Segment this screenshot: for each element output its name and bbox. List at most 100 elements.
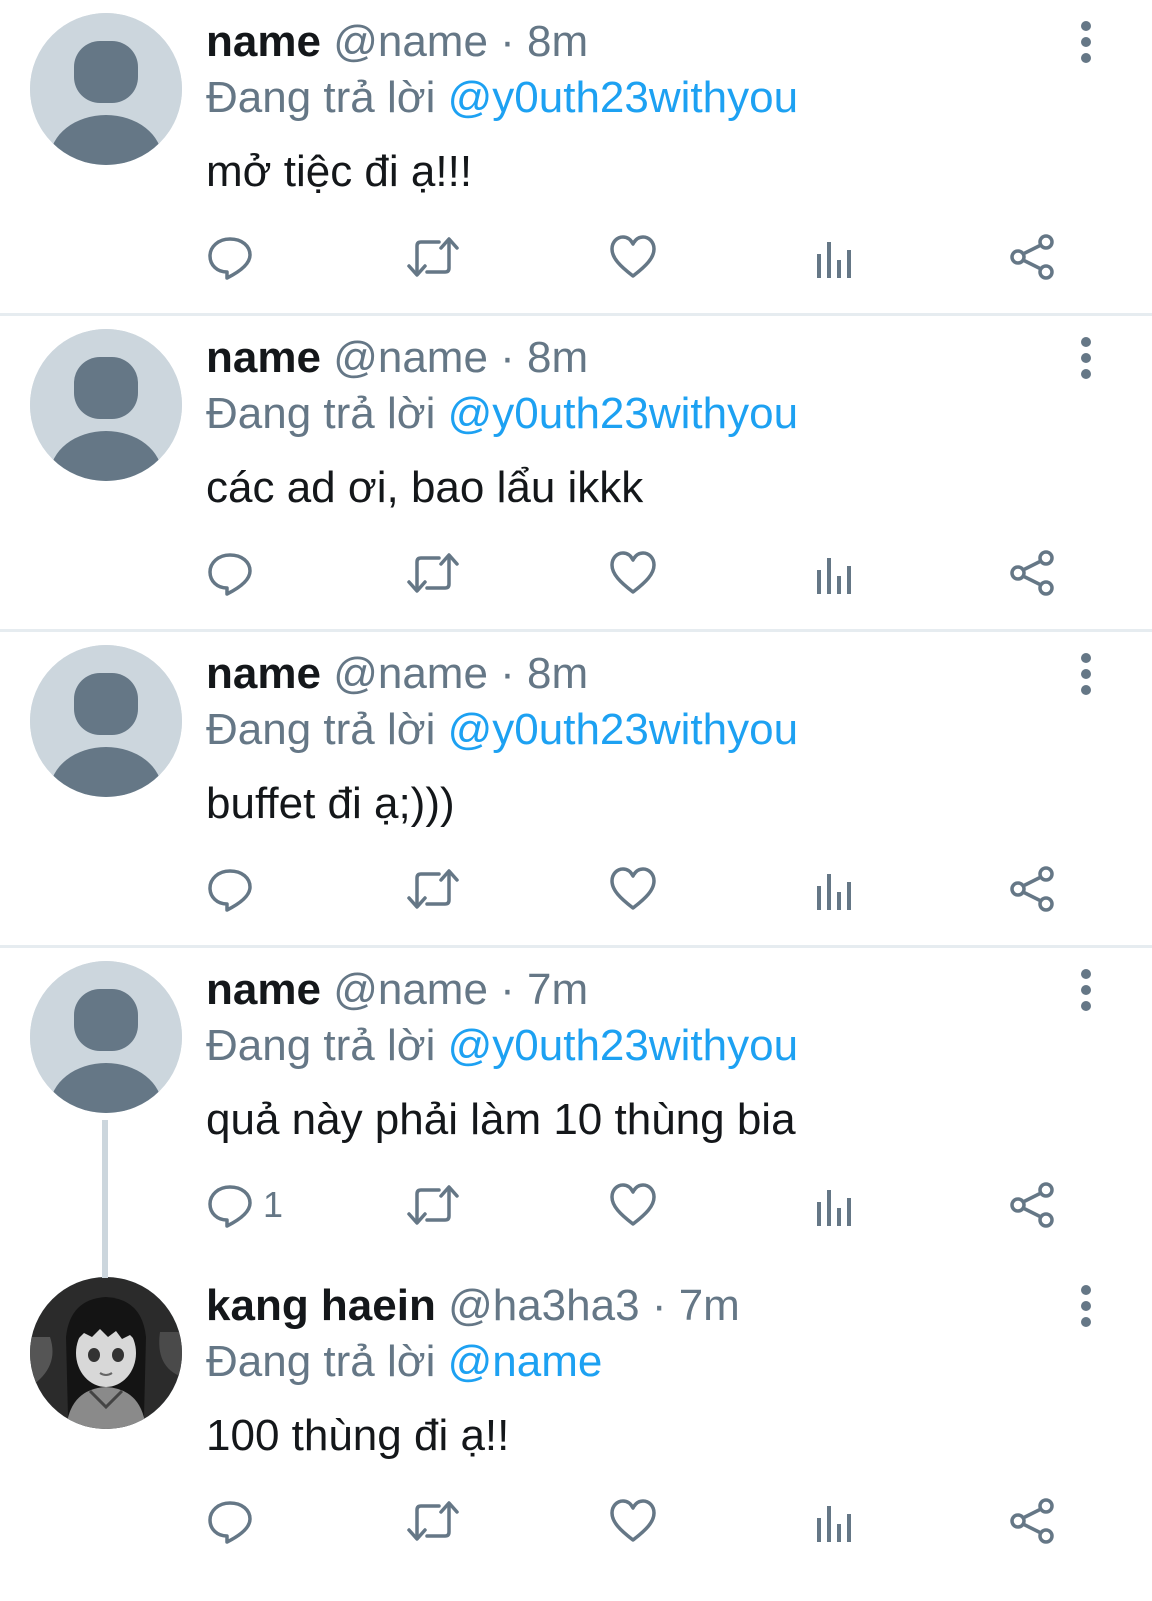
reply-button[interactable] [205, 864, 255, 914]
display-name[interactable]: name [206, 17, 321, 66]
reply-button[interactable] [205, 548, 255, 598]
more-vertical-icon[interactable] [1076, 20, 1096, 64]
tweet-actions [205, 232, 1065, 282]
reply-icon [208, 1185, 252, 1228]
timestamp[interactable]: 8m [527, 649, 588, 698]
tweet-actions: 1 [205, 1180, 1065, 1230]
tweet-content: name @name · 8m Đang trả lời @y0uth23wit… [206, 330, 1092, 516]
replying-to: Đang trả lời @name [206, 1334, 1092, 1390]
replying-to-handle[interactable]: @y0uth23withyou [448, 1021, 798, 1070]
more-vertical-icon[interactable] [1076, 652, 1096, 696]
tweet-content: name @name · 8m Đang trả lời @y0uth23wit… [206, 14, 1092, 200]
replying-to: Đang trả lời @y0uth23withyou [206, 70, 1092, 126]
user-handle[interactable]: @name [333, 17, 488, 66]
tweet[interactable]: name @name · 7m Đang trả lời @y0uth23wit… [0, 948, 1152, 1264]
more-vertical-icon[interactable] [1076, 1284, 1096, 1328]
timestamp[interactable]: 8m [527, 333, 588, 382]
like-button[interactable] [608, 864, 658, 914]
anime-girl-avatar-icon [30, 1277, 182, 1429]
separator-dot: · [500, 965, 515, 1014]
heart-icon [610, 551, 656, 594]
replying-to-handle[interactable]: @y0uth23withyou [448, 389, 798, 438]
analytics-icon [817, 558, 851, 594]
tweet-text: quả này phải làm 10 thùng bia [206, 1095, 796, 1144]
reply-icon [208, 869, 252, 912]
default-avatar[interactable] [30, 329, 182, 481]
retweet-button[interactable] [405, 1180, 461, 1230]
replying-to: Đang trả lời @y0uth23withyou [206, 386, 1092, 442]
retweet-icon [407, 1501, 459, 1541]
anime-girl-avatar[interactable] [30, 1277, 182, 1429]
default-avatar[interactable] [30, 961, 182, 1113]
tweet[interactable]: name @name · 8m Đang trả lời @y0uth23wit… [0, 316, 1152, 632]
reply-icon [208, 1501, 252, 1544]
like-button[interactable] [608, 232, 658, 282]
tweet[interactable]: name @name · 8m Đang trả lời @y0uth23wit… [0, 0, 1152, 316]
analytics-button[interactable] [812, 864, 856, 914]
tweet[interactable]: name @name · 8m Đang trả lời @y0uth23wit… [0, 632, 1152, 948]
more-vertical-icon[interactable] [1076, 968, 1096, 1012]
default-avatar[interactable] [30, 13, 182, 165]
display-name[interactable]: name [206, 965, 321, 1014]
replying-to: Đang trả lời @y0uth23withyou [206, 1018, 1092, 1074]
reply-button[interactable] [205, 232, 255, 282]
like-button[interactable] [608, 1180, 658, 1230]
tweet-text: 100 thùng đi ạ!! [206, 1411, 510, 1460]
tweet-text: mở tiệc đi ạ!!! [206, 147, 473, 196]
timestamp[interactable]: 7m [679, 1281, 740, 1330]
separator-dot: · [500, 333, 515, 382]
user-handle[interactable]: @name [333, 649, 488, 698]
share-button[interactable] [1007, 232, 1057, 282]
analytics-button[interactable] [812, 1180, 856, 1230]
share-button[interactable] [1007, 1496, 1057, 1546]
user-handle[interactable]: @name [333, 965, 488, 1014]
retweet-button[interactable] [405, 1496, 461, 1546]
share-button[interactable] [1007, 1180, 1057, 1230]
reply-button[interactable] [205, 1496, 255, 1546]
retweet-button[interactable] [405, 548, 461, 598]
replying-to-handle[interactable]: @y0uth23withyou [448, 705, 798, 754]
tweet-content: kang haein @ha3ha3 · 7m Đang trả lời @na… [206, 1278, 1092, 1464]
retweet-button[interactable] [405, 232, 461, 282]
tweet[interactable]: kang haein @ha3ha3 · 7m Đang trả lời @na… [0, 1264, 1152, 1594]
display-name[interactable]: kang haein [206, 1281, 436, 1330]
user-handle[interactable]: @name [333, 333, 488, 382]
reply-feed: name @name · 8m Đang trả lời @y0uth23wit… [0, 0, 1152, 1594]
tweet-header: kang haein @ha3ha3 · 7m [206, 1278, 1092, 1334]
tweet-actions [205, 548, 1065, 598]
like-button[interactable] [608, 548, 658, 598]
share-icon [1010, 1498, 1054, 1544]
display-name[interactable]: name [206, 649, 321, 698]
timestamp[interactable]: 8m [527, 17, 588, 66]
like-button[interactable] [608, 1496, 658, 1546]
replying-to-label: Đang trả lời [206, 389, 436, 438]
timestamp[interactable]: 7m [527, 965, 588, 1014]
user-handle[interactable]: @ha3ha3 [448, 1281, 640, 1330]
reply-icon [208, 553, 252, 596]
tweet-content: name @name · 8m Đang trả lời @y0uth23wit… [206, 646, 1092, 832]
share-button[interactable] [1007, 548, 1057, 598]
replying-to-handle[interactable]: @y0uth23withyou [448, 73, 798, 122]
analytics-icon [817, 242, 851, 278]
share-icon [1010, 1182, 1054, 1228]
analytics-button[interactable] [812, 548, 856, 598]
heart-icon [610, 867, 656, 910]
display-name[interactable]: name [206, 333, 321, 382]
analytics-button[interactable] [812, 232, 856, 282]
retweet-icon [407, 553, 459, 593]
analytics-icon [817, 1190, 851, 1226]
reply-button[interactable]: 1 [205, 1180, 283, 1230]
retweet-button[interactable] [405, 864, 461, 914]
replying-to-handle[interactable]: @name [448, 1337, 603, 1386]
analytics-button[interactable] [812, 1496, 856, 1546]
share-button[interactable] [1007, 864, 1057, 914]
default-avatar[interactable] [30, 645, 182, 797]
more-vertical-icon[interactable] [1076, 336, 1096, 380]
tweet-actions [205, 1496, 1065, 1546]
tweet-text: buffet đi ạ;))) [206, 779, 455, 828]
analytics-icon [817, 1506, 851, 1542]
separator-dot: · [500, 17, 515, 66]
tweet-header: name @name · 8m [206, 646, 1092, 702]
analytics-icon [817, 874, 851, 910]
separator-dot: · [651, 1281, 667, 1330]
